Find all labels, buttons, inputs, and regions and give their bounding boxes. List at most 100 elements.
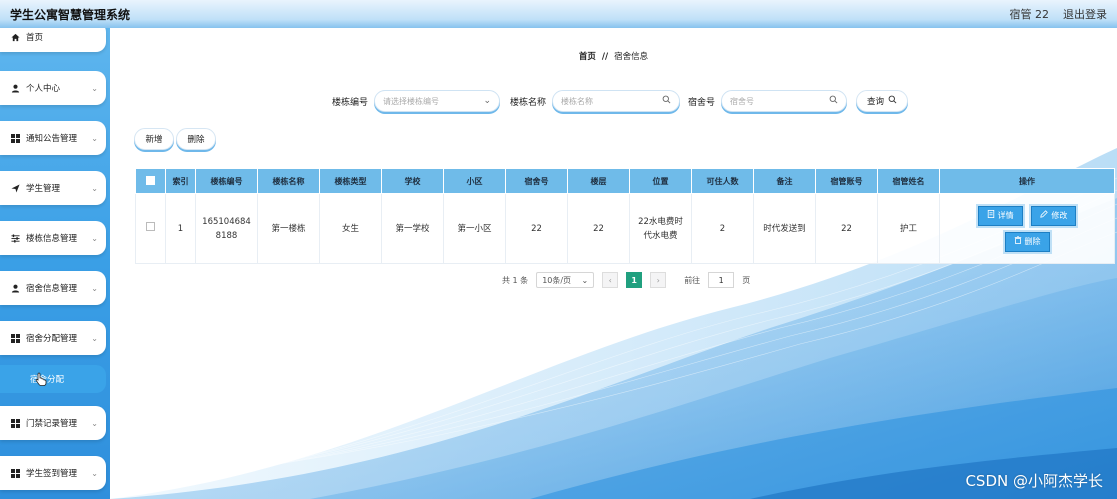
cell-remark: 时代发送到: [753, 193, 816, 264]
column-header: 楼栋编号: [195, 168, 258, 194]
goto-page-input[interactable]: 1: [708, 272, 735, 288]
prev-page-button[interactable]: ‹: [602, 272, 619, 288]
sidebar-item-label: 楼栋信息管理: [26, 234, 78, 244]
sidebar-item-label: 通知公告管理: [26, 134, 78, 144]
column-header: 索引: [165, 168, 196, 194]
app-title: 学生公寓智慧管理系统: [10, 7, 131, 22]
edit-icon: [1040, 209, 1049, 223]
row-delete-button[interactable]: 删除: [1004, 231, 1050, 252]
trash-icon: [1014, 235, 1022, 249]
goto-label: 前往: [684, 275, 701, 285]
row-checkbox[interactable]: [146, 221, 155, 231]
breadcrumb-current: 宿舍信息: [614, 52, 649, 62]
sidebar-item-label: 个人中心: [26, 84, 61, 94]
pagination-total: 共 1 条: [502, 275, 529, 285]
chevron-down-icon: ⌄: [91, 133, 98, 143]
page-size-value: 10条/页: [542, 275, 572, 285]
chevron-down-icon: ⌄: [91, 183, 98, 193]
next-page-button[interactable]: ›: [650, 272, 667, 288]
sidebar-item-dorm-info[interactable]: 宿舍信息管理 ⌄: [0, 271, 106, 305]
select-all-checkbox[interactable]: [146, 175, 155, 185]
breadcrumb-home[interactable]: 首页: [579, 52, 596, 62]
chevron-down-icon: ⌄: [91, 283, 98, 293]
current-page[interactable]: 1: [626, 272, 643, 288]
search-building-no-group: 楼栋编号 请选择楼栋编号 ⌄: [332, 89, 501, 113]
detail-button[interactable]: 详情: [977, 205, 1023, 226]
row-select-cell[interactable]: [135, 193, 166, 264]
sidebar-item-checkin[interactable]: 学生签到管理 ⌄: [0, 456, 106, 490]
column-header: 楼栋类型: [319, 168, 382, 194]
data-table: 索引 楼栋编号 楼栋名称 楼栋类型 学校 小区 宿舍号 楼层 位置 可住人数 备…: [135, 168, 1115, 264]
cell-building-type: 女生: [319, 193, 382, 264]
cell-community: 第一小区: [443, 193, 506, 264]
document-icon: [987, 209, 995, 223]
user-icon: [10, 283, 20, 293]
chevron-down-icon: ⌄: [91, 83, 98, 93]
sidebar: 首页 个人中心 ⌄ 通知公告管理 ⌄ 学生管理 ⌄ 楼栋信息管理 ⌄ 宿舍信息管…: [0, 28, 110, 499]
sidebar-item-personal-center[interactable]: 个人中心 ⌄: [0, 71, 106, 105]
hand-cursor-icon: [35, 372, 47, 386]
search-icon: [829, 95, 838, 107]
page-size-select[interactable]: 10条/页 ⌄: [536, 272, 595, 288]
grid-icon: [10, 333, 20, 343]
column-header: 可住人数: [691, 168, 754, 194]
send-icon: [10, 183, 20, 193]
building-no-placeholder: 请选择楼栋编号: [383, 96, 440, 106]
column-header: 位置: [629, 168, 692, 194]
chevron-down-icon: ⌄: [483, 96, 492, 106]
sidebar-item-students[interactable]: 学生管理 ⌄: [0, 171, 106, 205]
table-header-row: 索引 楼栋编号 楼栋名称 楼栋类型 学校 小区 宿舍号 楼层 位置 可住人数 备…: [135, 168, 1115, 194]
grid-icon: [10, 418, 20, 428]
building-name-label: 楼栋名称: [510, 97, 547, 108]
sidebar-item-building-info[interactable]: 楼栋信息管理 ⌄: [0, 221, 106, 255]
column-header: 操作: [939, 168, 1115, 194]
cell-room-no: 22: [505, 193, 568, 264]
add-button[interactable]: 新增: [134, 128, 174, 150]
column-header: 学校: [381, 168, 444, 194]
app-header: 学生公寓智慧管理系统 宿管 22 退出登录: [0, 0, 1117, 28]
column-header: 宿管姓名: [877, 168, 940, 194]
user-icon: [10, 83, 20, 93]
search-button-group: 查询: [856, 89, 908, 113]
chevron-down-icon: ⌄: [91, 233, 98, 243]
detail-button-label: 详情: [997, 210, 1014, 220]
grid-icon: [10, 468, 20, 478]
chevron-right-icon: ›: [656, 275, 660, 285]
cell-index: 1: [165, 193, 196, 264]
sidebar-item-label: 宿舍信息管理: [26, 284, 78, 294]
select-all-cell[interactable]: [135, 168, 166, 194]
cell-capacity: 2: [691, 193, 754, 264]
building-name-placeholder: 楼栋名称: [561, 96, 594, 106]
edit-button[interactable]: 修改: [1031, 205, 1077, 226]
building-no-label: 楼栋编号: [332, 97, 369, 108]
main-content: 首页 // 宿舍信息 楼栋编号 请选择楼栋编号 ⌄ 楼栋名称 楼栋名称 宿舍号 宿舍…: [110, 28, 1117, 499]
chevron-down-icon: ⌄: [91, 468, 98, 478]
building-no-select[interactable]: 请选择楼栋编号 ⌄: [374, 90, 501, 112]
sidebar-item-label: 首页: [26, 33, 44, 43]
sidebar-item-access-records[interactable]: 门禁记录管理 ⌄: [0, 406, 106, 440]
breadcrumb: 首页 // 宿舍信息: [110, 50, 1117, 62]
room-input[interactable]: 宿舍号: [721, 90, 848, 112]
query-button[interactable]: 查询: [856, 90, 908, 112]
sidebar-item-dorm-allocation[interactable]: 宿舍分配管理 ⌄: [0, 321, 106, 355]
search-room-group: 宿舍号 宿舍号: [688, 89, 848, 113]
breadcrumb-separator: //: [601, 52, 609, 62]
page-unit-label: 页: [742, 275, 751, 285]
logout-button[interactable]: 退出登录: [1063, 6, 1107, 22]
cell-location: 22水电费时代水电费: [629, 193, 692, 264]
building-name-input[interactable]: 楼栋名称: [552, 90, 681, 112]
sidebar-subitem-dorm-allocation[interactable]: 宿舍分配: [0, 365, 106, 393]
sliders-icon: [10, 233, 20, 243]
sidebar-item-label: 学生签到管理: [26, 469, 78, 479]
cell-operations: 详情 修改 删除: [939, 193, 1115, 264]
column-header: 宿管账号: [815, 168, 878, 194]
sidebar-item-notice[interactable]: 通知公告管理 ⌄: [0, 121, 106, 155]
room-placeholder: 宿舍号: [730, 96, 755, 106]
chevron-down-icon: ⌄: [91, 333, 98, 343]
delete-button[interactable]: 删除: [176, 128, 216, 150]
search-icon: [662, 95, 671, 107]
cell-building-no: 1651046848188: [195, 193, 258, 264]
chevron-left-icon: ‹: [608, 275, 612, 285]
sidebar-item-home[interactable]: 首页: [0, 28, 106, 52]
column-header: 楼栋名称: [257, 168, 320, 194]
